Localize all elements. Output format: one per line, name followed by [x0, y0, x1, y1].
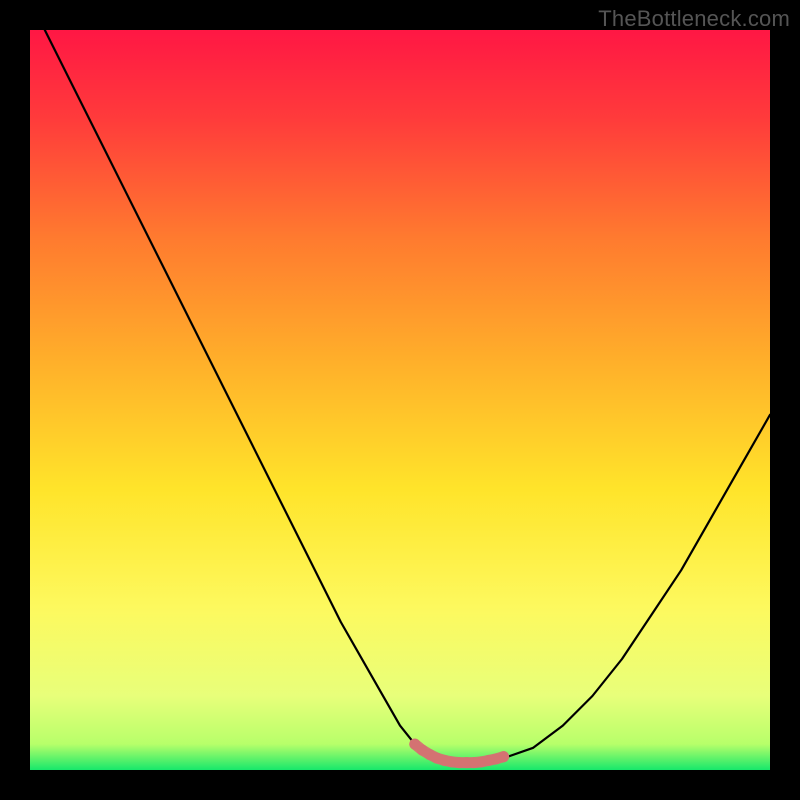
watermark-text: TheBottleneck.com: [598, 6, 790, 32]
gradient-background: [30, 30, 770, 770]
highlight-dot: [498, 751, 509, 762]
chart-svg: [30, 30, 770, 770]
plot-area: [30, 30, 770, 770]
chart-frame: TheBottleneck.com: [0, 0, 800, 800]
